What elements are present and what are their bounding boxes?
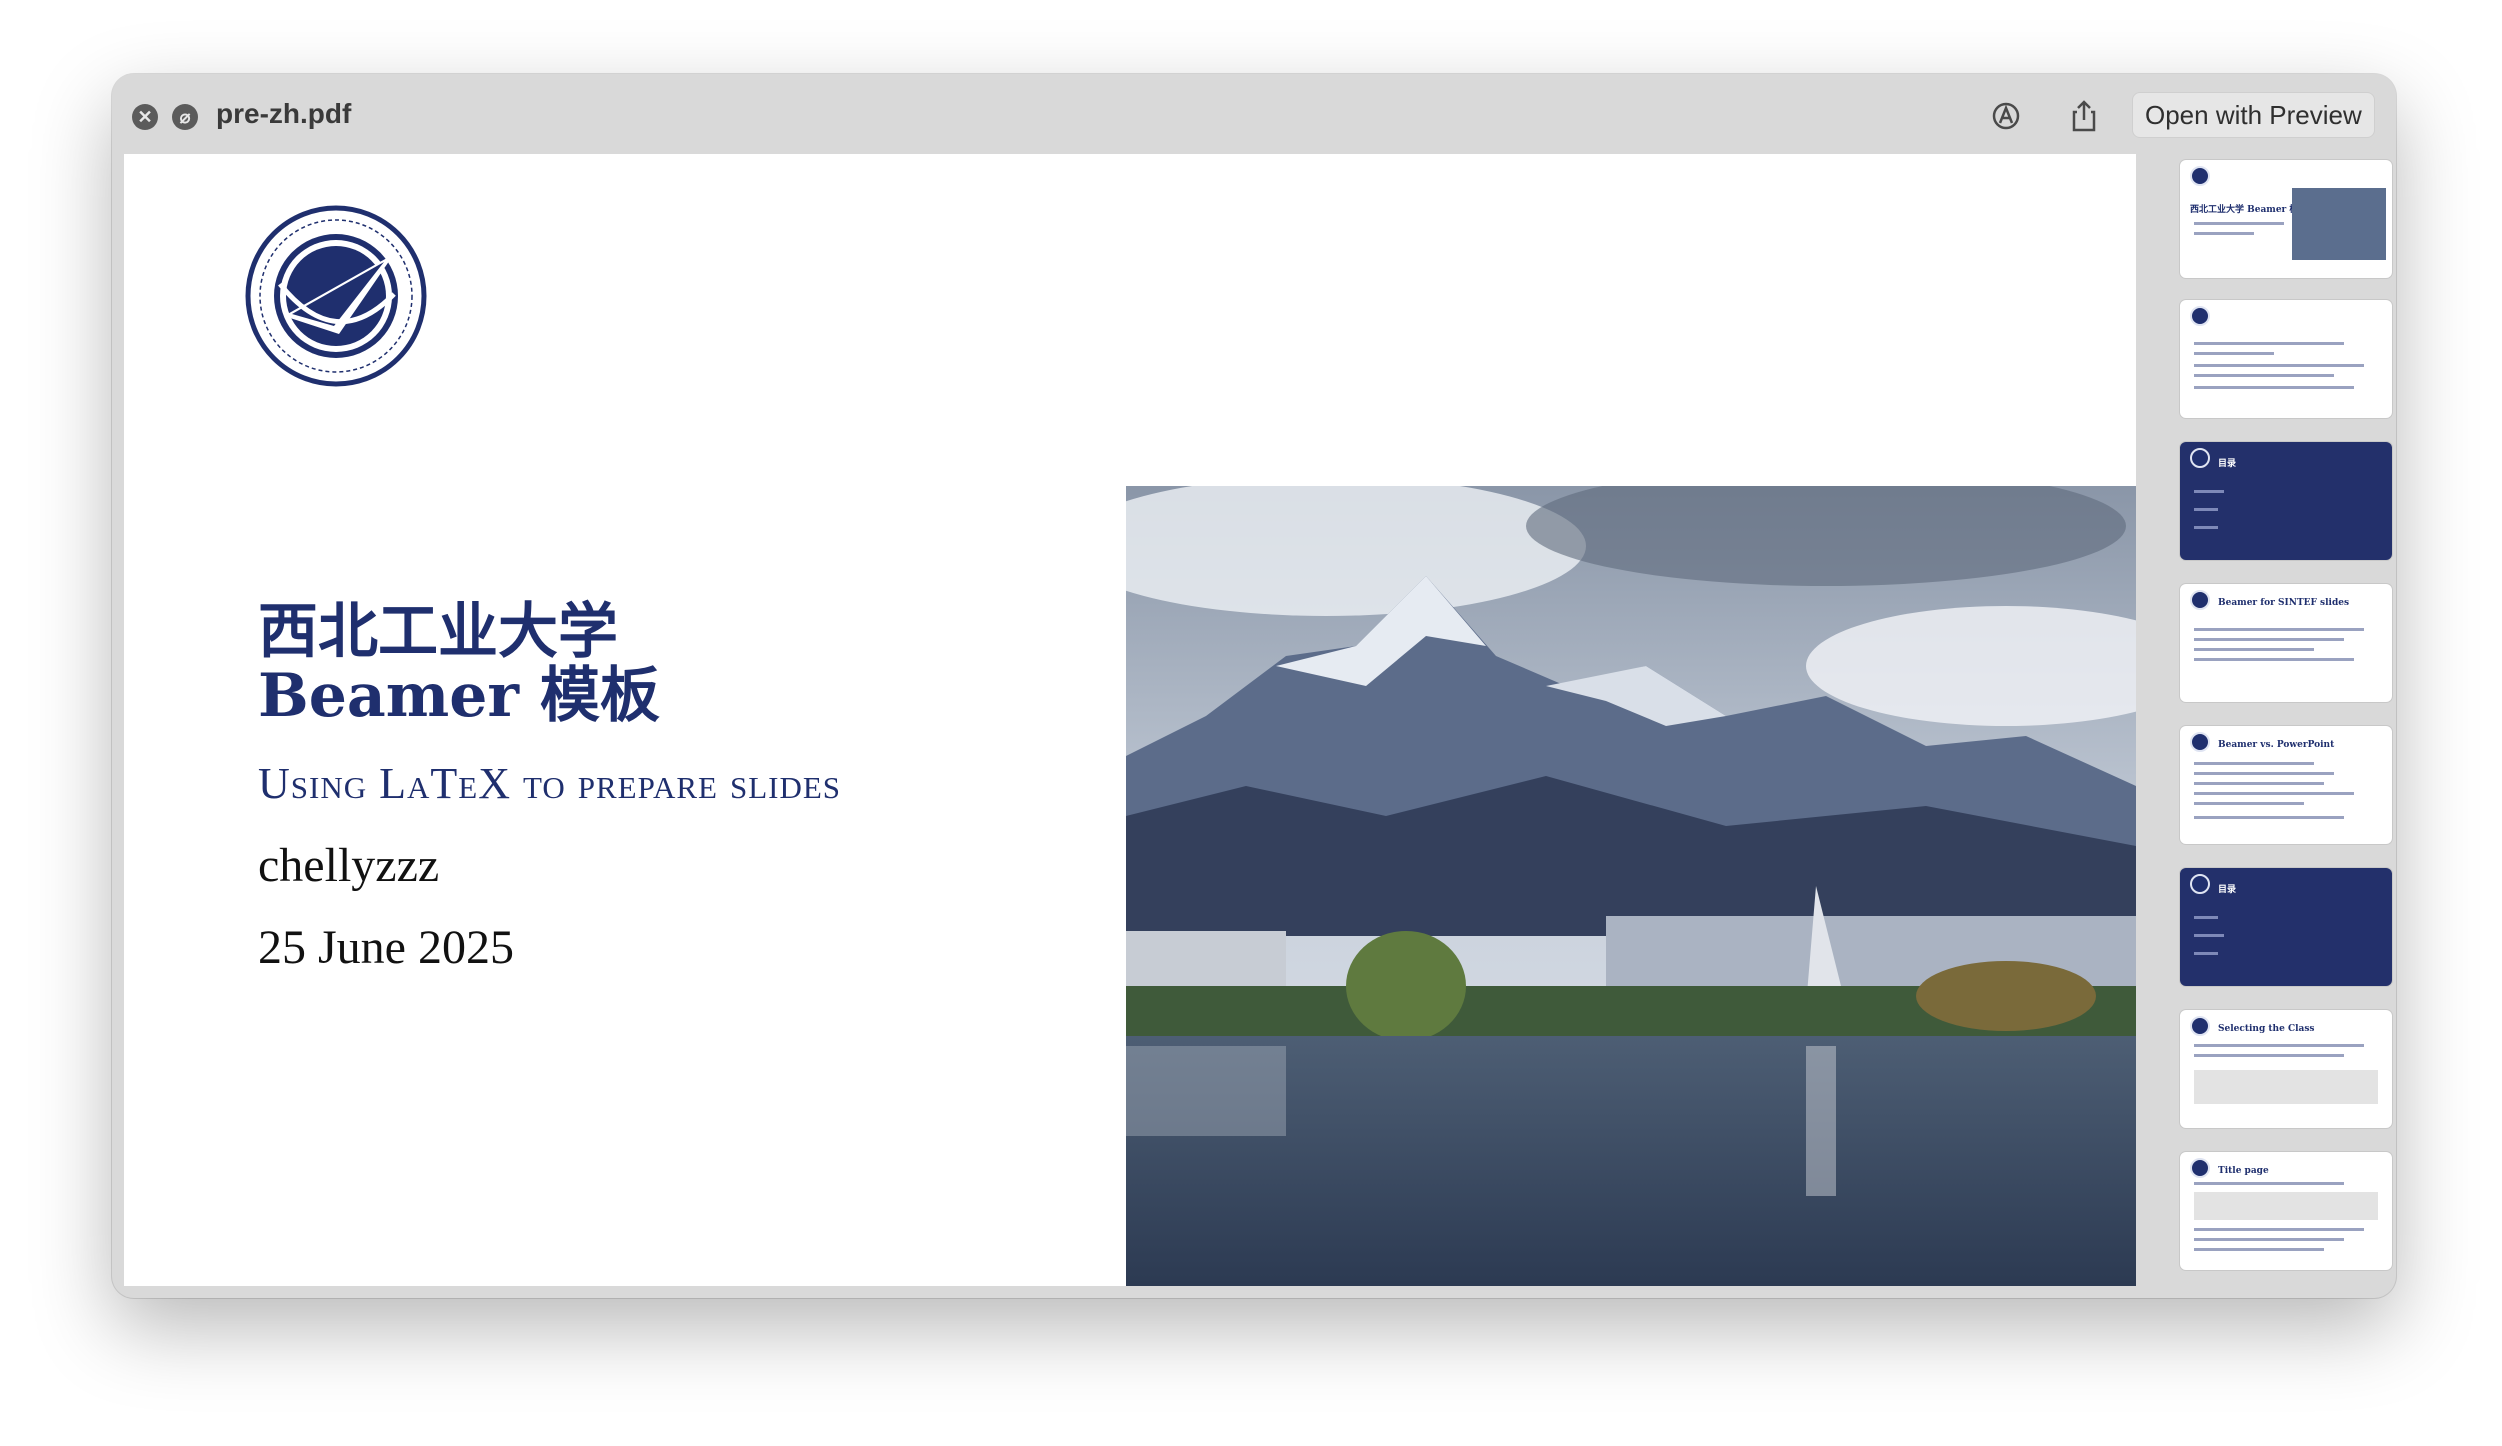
thumbnail-7[interactable]: Selecting the Class <box>2180 1010 2392 1128</box>
slide-title-line-2: Beamer 模板 <box>258 661 660 731</box>
share-icon[interactable] <box>2066 98 2102 134</box>
thumbnail-heading: 目录 <box>2218 885 2237 895</box>
thumbnail-6[interactable]: 目录 <box>2180 868 2392 986</box>
slide-author: chellyzzz <box>258 839 440 892</box>
open-with-preview-button[interactable]: Open with Preview <box>2132 92 2375 138</box>
slide-canvas: 西北工业大学 Beamer 模板 Using LaTeX to prepare … <box>124 154 2136 1286</box>
university-logo <box>245 205 427 387</box>
window-title: pre-zh.pdf <box>216 98 352 129</box>
slide-subtitle: Using LaTeX to prepare slides <box>258 759 842 808</box>
thumbnail-heading: 目录 <box>2218 459 2237 469</box>
thumbnail-1[interactable]: 西北工业大学 Beamer 模板 <box>2180 160 2392 278</box>
thumbnail-heading: Beamer vs. PowerPoint <box>2218 740 2335 750</box>
annotate-icon[interactable] <box>1988 98 2024 134</box>
title-bar: ✕ ⌀ pre-zh.pdf Open with Preview <box>112 74 2396 154</box>
campus-mountain-photo <box>1126 486 2136 1286</box>
thumbnail-5[interactable]: Beamer vs. PowerPoint <box>2180 726 2392 844</box>
thumbnail-heading: Selecting the Class <box>2218 1024 2315 1034</box>
thumbnail-2[interactable] <box>2180 300 2392 418</box>
thumbnail-heading: 西北工业大学 Beamer 模板 <box>2190 205 2308 215</box>
slide-date: 25 June 2025 <box>258 921 514 974</box>
thumbnail-heading: Beamer for SINTEF slides <box>2218 598 2350 608</box>
slide-title-line-1: 西北工业大学 <box>258 597 618 667</box>
close-icon[interactable]: ✕ <box>132 104 158 130</box>
markup-icon[interactable]: ⌀ <box>172 104 198 130</box>
quicklook-window: ✕ ⌀ pre-zh.pdf Open with Preview 西北工业大学 … <box>112 74 2396 1298</box>
slide-title: 西北工业大学 Beamer 模板 <box>258 600 660 728</box>
thumbnail-3[interactable]: 目录 <box>2180 442 2392 560</box>
thumbnail-logo <box>2190 166 2210 186</box>
thumbnail-sidebar: 西北工业大学 Beamer 模板 目录 Beamer for SINTEF sl… <box>2148 154 2392 1286</box>
thumbnail-8[interactable]: Title page <box>2180 1152 2392 1270</box>
thumbnail-photo <box>2292 188 2386 260</box>
thumbnail-4[interactable]: Beamer for SINTEF slides <box>2180 584 2392 702</box>
thumbnail-heading: Title page <box>2218 1166 2269 1176</box>
